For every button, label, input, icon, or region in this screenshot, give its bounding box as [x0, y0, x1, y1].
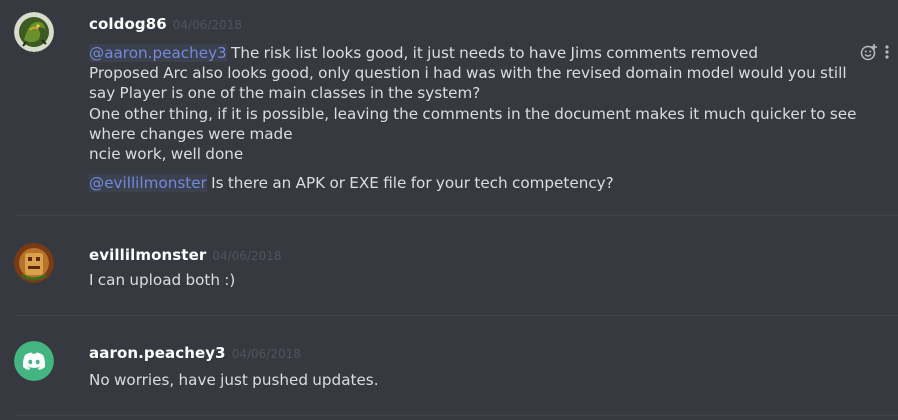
avatar[interactable] — [14, 341, 54, 381]
message-divider — [16, 415, 898, 416]
message-text: I can upload both :) — [89, 271, 236, 289]
username[interactable]: evillilmonster — [89, 246, 206, 264]
avatar[interactable] — [14, 12, 54, 52]
message-content: Is there an APK or EXE file for your tec… — [206, 174, 614, 192]
username[interactable]: coldog86 — [89, 15, 167, 33]
message-header: aaron.peachey3 04/06/2018 — [89, 343, 301, 362]
message-text: No worries, have just pushed updates. — [89, 371, 379, 389]
user-mention[interactable]: @aaron.peachey3 — [89, 44, 227, 62]
timestamp: 04/06/2018 — [231, 347, 301, 361]
add-reaction-icon[interactable] — [860, 43, 878, 61]
more-options-icon[interactable] — [884, 44, 890, 60]
discord-logo-icon — [14, 341, 54, 381]
user-mention[interactable]: @evillilmonster — [89, 174, 207, 192]
message-text: @evillilmonster Is there an APK or EXE f… — [89, 173, 864, 193]
timestamp: 04/06/2018 — [212, 249, 282, 263]
message-text: @aaron.peachey3 The risk list looks good… — [89, 43, 864, 164]
message-header: coldog86 04/06/2018 — [89, 14, 242, 33]
message-group: coldog86 04/06/2018 @aaron.peachey3 The r… — [0, 0, 898, 215]
username[interactable]: aaron.peachey3 — [89, 344, 226, 362]
monster-avatar-icon — [14, 243, 54, 283]
message-group: aaron.peachey3 04/06/2018 No worries, hav… — [0, 316, 898, 420]
avatar[interactable] — [14, 243, 54, 283]
message-group: evillilmonster 04/06/2018 I can upload bo… — [0, 216, 898, 315]
message-header: evillilmonster 04/06/2018 — [89, 245, 282, 264]
timestamp: 04/06/2018 — [172, 18, 242, 32]
chat-messages: coldog86 04/06/2018 @aaron.peachey3 The r… — [0, 0, 898, 420]
message-actions — [860, 43, 890, 61]
dragon-avatar-icon — [14, 12, 54, 52]
